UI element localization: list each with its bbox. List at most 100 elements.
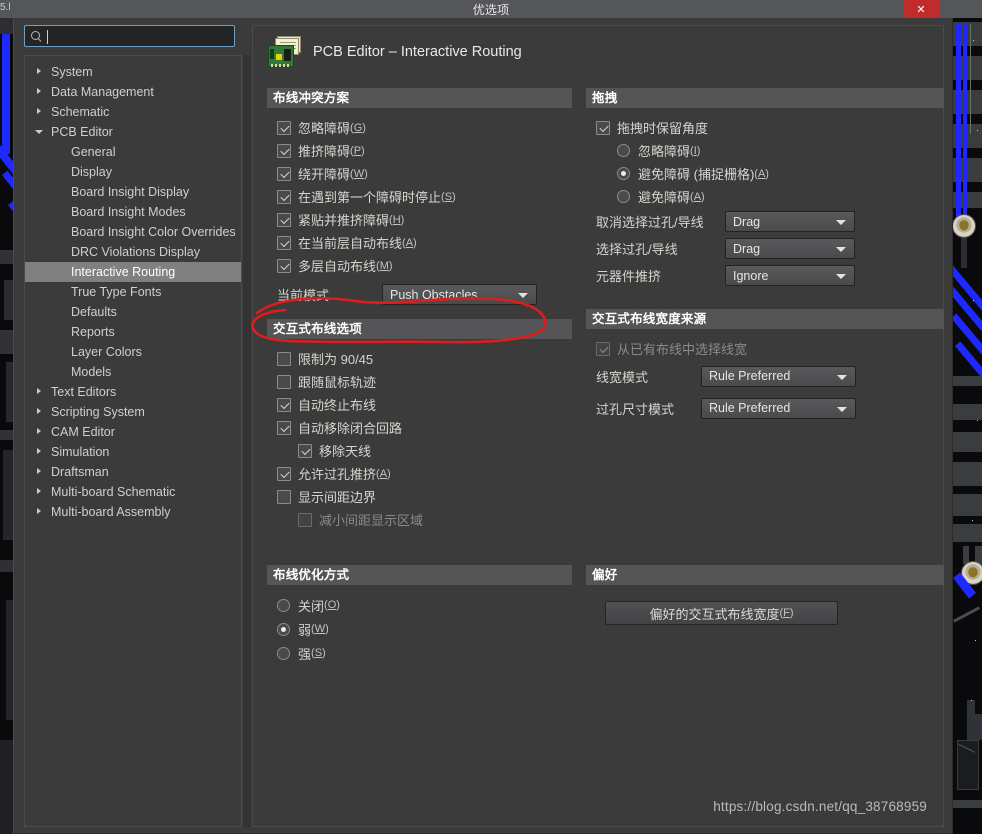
checkbox-icon[interactable] bbox=[277, 143, 291, 158]
radio-row-optimization-2[interactable]: 强 (S) bbox=[267, 641, 572, 665]
checkbox-icon[interactable] bbox=[277, 235, 291, 250]
checkbox-icon[interactable] bbox=[277, 166, 291, 181]
field-dropdown[interactable]: Drag bbox=[725, 238, 855, 259]
checkbox-icon[interactable] bbox=[277, 466, 291, 481]
checkbox-row-routing-3[interactable]: 在遇到第一个障碍时停止 (S) bbox=[267, 185, 572, 208]
checkbox-row-routing-6[interactable]: 多层自动布线 (M) bbox=[267, 254, 572, 277]
chevron-right-icon[interactable] bbox=[37, 448, 41, 454]
chevron-down-icon[interactable] bbox=[35, 130, 43, 137]
radio-icon[interactable] bbox=[277, 622, 290, 636]
field-dropdown[interactable]: Rule Preferred bbox=[701, 397, 856, 419]
favorite-routing-widths-button[interactable]: 偏好的交互式布线宽度 (F) bbox=[605, 601, 838, 625]
field-dropdown[interactable]: Drag bbox=[725, 211, 855, 232]
checkbox-row-interactive-5[interactable]: 允许过孔推挤 (A) bbox=[267, 462, 572, 485]
checkbox-icon[interactable] bbox=[596, 120, 610, 135]
checkbox-row-routing-1[interactable]: 推挤障碍 (P) bbox=[267, 139, 572, 162]
hotkey-hint: (A) bbox=[754, 167, 769, 180]
sidebar-item-models[interactable]: Models bbox=[25, 362, 241, 382]
checkbox-row-interactive-2[interactable]: 自动终止布线 bbox=[267, 393, 572, 416]
sidebar-item-drc-violations-display[interactable]: DRC Violations Display bbox=[25, 242, 241, 262]
checkbox-row-routing-5[interactable]: 在当前层自动布线 (A) bbox=[267, 231, 572, 254]
radio-row-dragging-0[interactable]: 忽略障碍 (I) bbox=[586, 139, 944, 162]
chevron-right-icon[interactable] bbox=[37, 388, 41, 394]
chevron-right-icon[interactable] bbox=[37, 488, 41, 494]
sidebar-item-board-insight-display[interactable]: Board Insight Display bbox=[25, 182, 241, 202]
checkbox-row-routing-0[interactable]: 忽略障碍 (G) bbox=[267, 116, 572, 139]
sidebar-item-multi-board-schematic[interactable]: Multi-board Schematic bbox=[25, 482, 241, 502]
checkbox-icon[interactable] bbox=[277, 489, 291, 504]
radio-icon[interactable] bbox=[617, 144, 630, 157]
sidebar-item-simulation[interactable]: Simulation bbox=[25, 442, 241, 462]
checkbox-icon[interactable] bbox=[277, 120, 291, 135]
chevron-down-icon[interactable] bbox=[836, 274, 846, 279]
checkbox-icon[interactable] bbox=[277, 397, 291, 412]
preferences-tree[interactable]: System Data Management Schematic PCB Editor… bbox=[24, 55, 242, 827]
checkbox-row-preserve-angle[interactable]: 拖拽时保留角度 bbox=[586, 116, 944, 139]
chevron-right-icon[interactable] bbox=[37, 508, 41, 514]
checkbox-icon[interactable] bbox=[277, 258, 291, 273]
sidebar-item-scripting-system[interactable]: Scripting System bbox=[25, 402, 241, 422]
sidebar-item-layer-colors[interactable]: Layer Colors bbox=[25, 342, 241, 362]
sidebar-item-cam-editor[interactable]: CAM Editor bbox=[25, 422, 241, 442]
checkbox-row-interactive-4[interactable]: 移除天线 bbox=[267, 439, 572, 462]
radio-row-dragging-2[interactable]: 避免障碍 (A) bbox=[586, 185, 944, 208]
sidebar-item-true-type-fonts[interactable]: True Type Fonts bbox=[25, 282, 241, 302]
field-dropdown[interactable]: Rule Preferred bbox=[701, 365, 856, 387]
checkbox-row-interactive-6[interactable]: 显示间距边界 bbox=[267, 485, 572, 508]
checkbox-icon[interactable] bbox=[277, 189, 291, 204]
sidebar-item-text-editors[interactable]: Text Editors bbox=[25, 382, 241, 402]
chevron-down-icon[interactable] bbox=[837, 406, 847, 412]
checkbox-icon[interactable] bbox=[277, 420, 291, 435]
chevron-down-icon[interactable] bbox=[836, 247, 846, 252]
radio-icon[interactable] bbox=[617, 190, 630, 203]
checkbox-label: 移除天线 bbox=[319, 444, 372, 459]
sidebar-item-board-insight-color-overrides[interactable]: Board Insight Color Overrides bbox=[25, 222, 241, 242]
checkbox-row-interactive-1[interactable]: 跟随鼠标轨迹 bbox=[267, 370, 572, 393]
chevron-right-icon[interactable] bbox=[37, 108, 41, 114]
radio-row-optimization-0[interactable]: 关闭 (O) bbox=[267, 593, 572, 617]
checkbox-row-routing-4[interactable]: 紧贴并推挤障碍 (H) bbox=[267, 208, 572, 231]
sidebar-item-data-management[interactable]: Data Management bbox=[25, 82, 241, 102]
radio-row-dragging-1[interactable]: 避免障碍 (捕捉栅格) (A) bbox=[586, 162, 944, 185]
checkbox-label: 紧贴并推挤障碍 bbox=[298, 213, 390, 228]
sidebar-item-board-insight-modes[interactable]: Board Insight Modes bbox=[25, 202, 241, 222]
chevron-right-icon[interactable] bbox=[37, 88, 41, 94]
radio-row-optimization-1[interactable]: 弱 (W) bbox=[267, 617, 572, 641]
checkbox-icon[interactable] bbox=[277, 374, 291, 389]
sidebar-item-display[interactable]: Display bbox=[25, 162, 241, 182]
hotkey-hint: (A) bbox=[402, 236, 417, 249]
sidebar-item-draftsman[interactable]: Draftsman bbox=[25, 462, 241, 482]
sidebar-item-schematic[interactable]: Schematic bbox=[25, 102, 241, 122]
field-dropdown[interactable]: Ignore bbox=[725, 265, 855, 286]
checkbox-row-interactive-0[interactable]: 限制为 90/45 bbox=[267, 347, 572, 370]
sidebar-item-multi-board-assembly[interactable]: Multi-board Assembly bbox=[25, 502, 241, 522]
radio-icon[interactable] bbox=[617, 167, 630, 180]
tree-scrollbar[interactable] bbox=[243, 55, 251, 827]
search-box[interactable] bbox=[24, 25, 235, 47]
checkbox-icon[interactable] bbox=[277, 351, 291, 366]
checkbox-icon[interactable] bbox=[298, 443, 312, 458]
radio-icon[interactable] bbox=[277, 598, 290, 612]
close-button[interactable]: ✕ bbox=[903, 0, 939, 18]
radio-icon[interactable] bbox=[277, 646, 290, 660]
current-mode-dropdown[interactable]: Push Obstacles bbox=[382, 284, 537, 305]
chevron-right-icon[interactable] bbox=[37, 408, 41, 414]
chevron-right-icon[interactable] bbox=[37, 428, 41, 434]
sidebar-item-pcb-editor[interactable]: PCB Editor bbox=[25, 122, 241, 142]
chevron-right-icon[interactable] bbox=[37, 68, 41, 74]
sidebar-item-system[interactable]: System bbox=[25, 62, 241, 82]
sidebar-item-defaults[interactable]: Defaults bbox=[25, 302, 241, 322]
chevron-down-icon[interactable] bbox=[837, 374, 847, 380]
checkbox-icon[interactable] bbox=[277, 212, 291, 227]
chevron-down-icon[interactable] bbox=[836, 220, 846, 225]
sidebar-item-reports[interactable]: Reports bbox=[25, 322, 241, 342]
hotkey-hint: (W) bbox=[311, 623, 329, 635]
sidebar-item-interactive-routing[interactable]: Interactive Routing bbox=[25, 262, 241, 282]
checkbox-row-interactive-3[interactable]: 自动移除闭合回路 bbox=[267, 416, 572, 439]
search-input[interactable] bbox=[47, 27, 225, 45]
sidebar-item-general[interactable]: General bbox=[25, 142, 241, 162]
hotkey-hint: (M) bbox=[376, 259, 393, 272]
checkbox-row-routing-2[interactable]: 绕开障碍 (W) bbox=[267, 162, 572, 185]
chevron-down-icon[interactable] bbox=[518, 293, 528, 298]
chevron-right-icon[interactable] bbox=[37, 468, 41, 474]
